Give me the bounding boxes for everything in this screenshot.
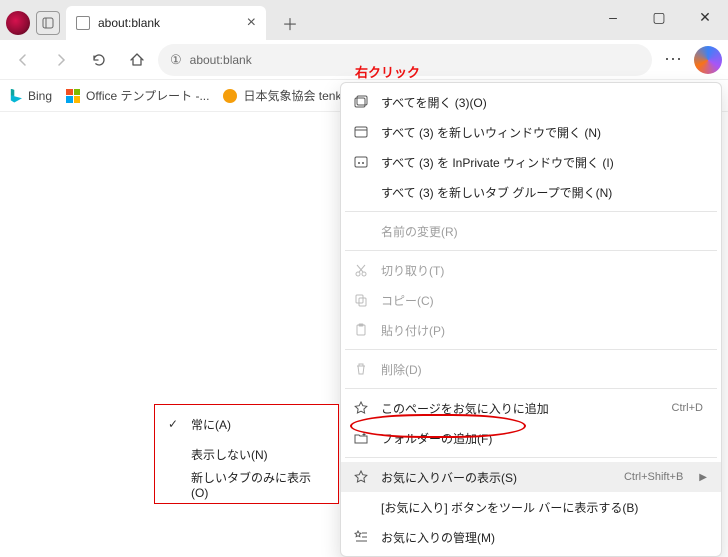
menu-manage-favorites[interactable]: お気に入りの管理(M) bbox=[341, 522, 721, 552]
star-icon bbox=[353, 401, 369, 415]
menu-label: 削除(D) bbox=[381, 361, 707, 378]
menu-show-favorites-button[interactable]: [お気に入り] ボタンをツール バーに表示する(B) bbox=[341, 492, 721, 522]
submenu-show-favorites-bar: ✓ 常に(A) 表示しない(N) 新しいタブのみに表示(O) bbox=[154, 404, 339, 504]
more-button[interactable]: ⋯ bbox=[656, 43, 690, 77]
tab-favicon-icon bbox=[76, 16, 90, 30]
menu-rename: 名前の変更(R) bbox=[341, 216, 721, 246]
separator bbox=[345, 211, 717, 212]
window-maximize-button[interactable]: ▢ bbox=[636, 0, 682, 34]
menu-show-favorites-bar[interactable]: お気に入りバーの表示(S) Ctrl+Shift+B ▶ bbox=[341, 462, 721, 492]
star-lines-icon bbox=[353, 530, 369, 544]
menu-label: すべて (3) を InPrivate ウィンドウで開く (I) bbox=[381, 154, 707, 171]
more-icon: ⋯ bbox=[664, 49, 682, 70]
trash-icon bbox=[353, 362, 369, 376]
site-info-icon[interactable]: ① bbox=[170, 52, 182, 68]
separator bbox=[345, 388, 717, 389]
menu-accelerator: Ctrl+Shift+B bbox=[624, 471, 683, 483]
menu-open-new-window[interactable]: すべて (3) を新しいウィンドウで開く (N) bbox=[341, 117, 721, 147]
menu-add-folder[interactable]: フォルダーの追加(F) bbox=[341, 423, 721, 453]
window-close-button[interactable]: ✕ bbox=[682, 0, 728, 34]
favorite-label: Bing bbox=[28, 89, 52, 103]
menu-label: お気に入りの管理(M) bbox=[381, 529, 707, 546]
separator bbox=[345, 250, 717, 251]
context-menu: すべてを開く (3)(O) すべて (3) を新しいウィンドウで開く (N) す… bbox=[340, 82, 722, 557]
title-bar: about:blank × ＋ – ▢ ✕ bbox=[0, 0, 728, 40]
menu-open-all[interactable]: すべてを開く (3)(O) bbox=[341, 87, 721, 117]
submenu-item-newtab-only[interactable]: 新しいタブのみに表示(O) bbox=[155, 469, 338, 499]
menu-open-tab-group[interactable]: すべて (3) を新しいタブ グループで開く(N) bbox=[341, 177, 721, 207]
paste-icon bbox=[353, 323, 369, 337]
inprivate-icon bbox=[353, 155, 369, 169]
menu-add-favorite[interactable]: このページをお気に入りに追加 Ctrl+D bbox=[341, 393, 721, 423]
tenki-icon bbox=[223, 89, 237, 103]
profile-icon[interactable] bbox=[6, 11, 30, 35]
menu-delete: 削除(D) bbox=[341, 354, 721, 384]
copy-icon bbox=[353, 293, 369, 307]
menu-label: コピー(C) bbox=[381, 292, 707, 309]
menu-copy: コピー(C) bbox=[341, 285, 721, 315]
close-icon: ✕ bbox=[699, 9, 711, 26]
window-minimize-button[interactable]: – bbox=[590, 0, 636, 34]
open-all-icon bbox=[353, 95, 369, 109]
forward-button[interactable] bbox=[44, 43, 78, 77]
cut-icon bbox=[353, 263, 369, 277]
favorite-label: Office テンプレート -... bbox=[86, 87, 209, 104]
submenu-label: 常に(A) bbox=[191, 416, 328, 433]
menu-accelerator: Ctrl+D bbox=[672, 402, 703, 414]
check-icon: ✓ bbox=[165, 417, 181, 431]
menu-paste: 貼り付け(P) bbox=[341, 315, 721, 345]
submenu-arrow-icon: ▶ bbox=[699, 472, 707, 483]
plus-icon: ＋ bbox=[282, 11, 298, 35]
menu-open-inprivate[interactable]: すべて (3) を InPrivate ウィンドウで開く (I) bbox=[341, 147, 721, 177]
copilot-button[interactable] bbox=[694, 46, 722, 74]
submenu-item-always[interactable]: ✓ 常に(A) bbox=[155, 409, 338, 439]
favorite-item-bing[interactable]: Bing bbox=[8, 89, 52, 103]
address-text: about:blank bbox=[190, 53, 252, 67]
submenu-label: 新しいタブのみに表示(O) bbox=[191, 469, 328, 500]
menu-cut: 切り取り(T) bbox=[341, 255, 721, 285]
window-icon bbox=[353, 125, 369, 139]
office-icon bbox=[66, 89, 80, 103]
tab-actions-button[interactable] bbox=[36, 11, 60, 35]
minimize-icon: – bbox=[609, 9, 617, 25]
bing-icon bbox=[8, 89, 22, 103]
new-tab-button[interactable]: ＋ bbox=[272, 6, 308, 40]
menu-label: すべて (3) を新しいウィンドウで開く (N) bbox=[381, 124, 707, 141]
menu-label: このページをお気に入りに追加 bbox=[381, 400, 660, 417]
menu-label: お気に入りバーの表示(S) bbox=[381, 469, 612, 486]
browser-tab[interactable]: about:blank × bbox=[66, 6, 266, 40]
tab-close-button[interactable]: × bbox=[247, 14, 256, 32]
menu-label: フォルダーの追加(F) bbox=[381, 430, 707, 447]
window-controls: – ▢ ✕ bbox=[590, 0, 728, 34]
title-left: about:blank × ＋ bbox=[0, 0, 308, 40]
menu-label: 切り取り(T) bbox=[381, 262, 707, 279]
refresh-button[interactable] bbox=[82, 43, 116, 77]
favorite-item-office[interactable]: Office テンプレート -... bbox=[66, 87, 209, 104]
menu-label: [お気に入り] ボタンをツール バーに表示する(B) bbox=[381, 499, 707, 516]
folder-plus-icon bbox=[353, 431, 369, 445]
menu-label: すべてを開く (3)(O) bbox=[381, 94, 707, 111]
submenu-label: 表示しない(N) bbox=[191, 446, 328, 463]
menu-label: 名前の変更(R) bbox=[381, 223, 707, 240]
tab-title: about:blank bbox=[98, 16, 160, 30]
back-button[interactable] bbox=[6, 43, 40, 77]
menu-label: 貼り付け(P) bbox=[381, 322, 707, 339]
separator bbox=[345, 349, 717, 350]
star-icon bbox=[353, 470, 369, 484]
maximize-icon: ▢ bbox=[652, 9, 665, 26]
annotation-label: 右クリック bbox=[355, 62, 420, 81]
home-button[interactable] bbox=[120, 43, 154, 77]
submenu-item-never[interactable]: 表示しない(N) bbox=[155, 439, 338, 469]
separator bbox=[345, 457, 717, 458]
menu-label: すべて (3) を新しいタブ グループで開く(N) bbox=[381, 184, 707, 201]
